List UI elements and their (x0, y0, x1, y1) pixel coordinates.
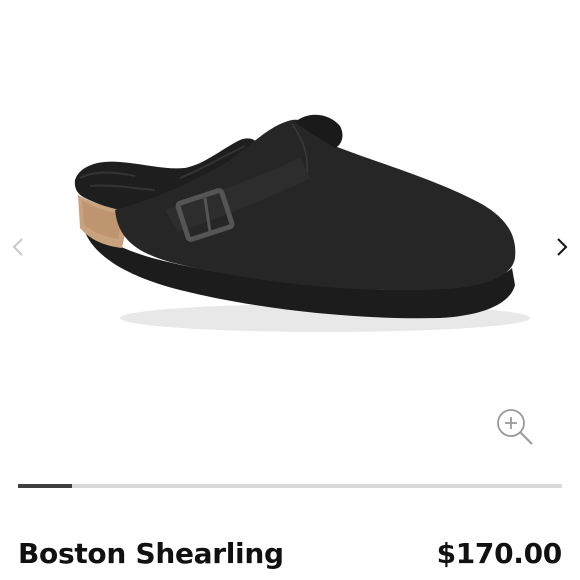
product-price: $170.00 (436, 537, 563, 570)
next-image-button[interactable] (550, 232, 574, 262)
product-name: Boston Shearling (18, 537, 284, 570)
product-info: Boston Shearling $170.00 (18, 536, 562, 580)
zoom-button[interactable] (494, 406, 536, 448)
previous-image-button[interactable] (6, 232, 30, 262)
gallery-progress-bar (18, 484, 562, 488)
zoom-in-icon (497, 409, 533, 445)
chevron-right-icon (557, 238, 568, 256)
product-image (74, 114, 530, 332)
gallery-progress-fill (18, 484, 73, 488)
chevron-left-icon (12, 238, 23, 256)
product-image-gallery[interactable] (0, 0, 580, 470)
